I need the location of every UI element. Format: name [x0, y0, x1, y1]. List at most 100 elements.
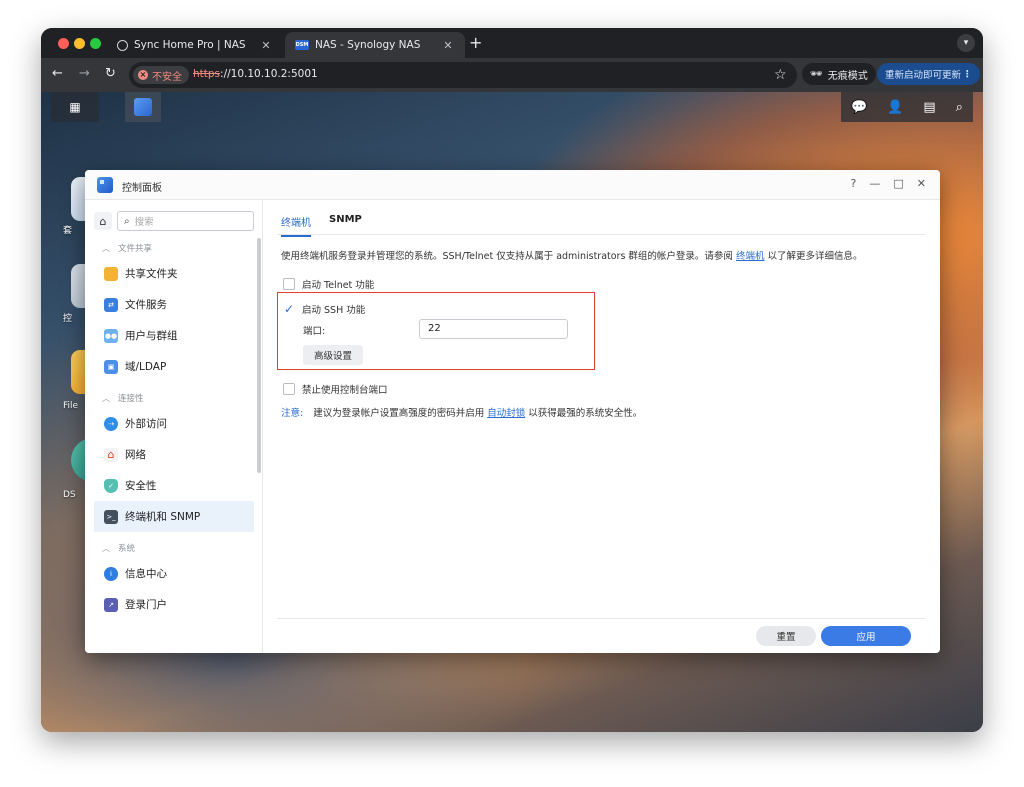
- window-titlebar[interactable]: 控制面板 ? — □ ✕: [85, 170, 940, 200]
- tab-search-chevron-icon[interactable]: ▾: [957, 34, 975, 52]
- auto-block-link[interactable]: 自动封锁: [487, 408, 525, 419]
- section-header-connectivity[interactable]: ︿ 连接性: [94, 388, 254, 408]
- login-portal-icon: ↗: [104, 597, 118, 612]
- desktop-icon-label: DS: [63, 490, 76, 500]
- url-text[interactable]: https://10.10.10.2:5001: [193, 68, 318, 80]
- sidebar-item-users-groups[interactable]: ●● 用户与群组: [94, 320, 254, 351]
- more-menu-icon[interactable]: ⋮: [963, 69, 973, 80]
- sidebar-item-shared-folder[interactable]: 共享文件夹: [94, 258, 254, 289]
- sync-icon: [117, 39, 128, 51]
- control-panel-icon: [97, 177, 113, 193]
- notification-icon[interactable]: 💬: [851, 100, 867, 115]
- security-label: 不安全: [152, 71, 182, 83]
- close-icon[interactable]: ✕: [917, 177, 926, 190]
- search-icon: ⌕: [124, 215, 130, 227]
- external-access-icon: ⇢: [104, 416, 118, 431]
- incognito-indicator[interactable]: 🕶 无痕模式: [802, 63, 876, 85]
- url-rest: ://10.10.10.2:5001: [220, 68, 318, 80]
- ssh-checkbox-check-icon[interactable]: ✓: [283, 303, 295, 315]
- search-placeholder: 搜索: [134, 217, 154, 228]
- description-text: 使用终端机服务登录并管理您的系统。SSH/Telnet 仅支持从属于 admin…: [281, 251, 863, 262]
- control-panel-icon: [134, 98, 152, 116]
- advanced-settings-button[interactable]: 高级设置: [303, 345, 363, 365]
- sidebar-item-login-portal[interactable]: ↗ 登录门户: [94, 589, 254, 620]
- console-port-checkbox[interactable]: [283, 383, 295, 395]
- incognito-label: 无痕模式: [827, 70, 868, 82]
- address-bar[interactable]: × 不安全 https://10.10.10.2:5001: [129, 62, 797, 88]
- section-header-file-sharing[interactable]: ︿ 文件共享: [94, 238, 254, 258]
- main-content: 终端机 SNMP 使用终端机服务登录并管理您的系统。SSH/Telnet 仅支持…: [263, 200, 940, 653]
- window-controls: ? — □ ✕: [851, 177, 926, 190]
- note-label: 注意:: [281, 408, 304, 419]
- tab-title: Sync Home Pro | NAS: [134, 39, 246, 51]
- window-title: 控制面板: [122, 183, 162, 194]
- users-icon: ●●: [104, 328, 118, 343]
- sidebar-item-info-center[interactable]: i 信息中心: [94, 558, 254, 589]
- telnet-checkbox[interactable]: [283, 278, 295, 290]
- sidebar-scrollbar[interactable]: [257, 238, 261, 473]
- apply-button[interactable]: 应用: [821, 626, 911, 646]
- ssh-option[interactable]: ✓ 启动 SSH 功能: [283, 302, 365, 316]
- dsm-desktop: ▦ 💬 👤 ▤ ⌕ S 套 控 File DS 控制面板 ?: [41, 92, 983, 732]
- sidebar-item-security[interactable]: ✓ 安全性: [94, 470, 254, 501]
- widgets-icon[interactable]: ▤: [923, 100, 935, 115]
- taskbar-control-panel-button[interactable]: [125, 92, 161, 122]
- telnet-label: 启动 Telnet 功能: [302, 280, 375, 291]
- folder-icon: [104, 266, 118, 281]
- user-icon[interactable]: 👤: [887, 100, 903, 115]
- minimize-window-button[interactable]: [74, 38, 85, 49]
- tab-strip: Sync Home Pro | NAS ✕ DSM NAS - Synology…: [41, 28, 983, 58]
- help-icon[interactable]: ?: [851, 177, 857, 190]
- section-header-system[interactable]: ︿ 系统: [94, 538, 254, 558]
- back-arrow-icon[interactable]: ←: [52, 67, 63, 81]
- new-tab-button[interactable]: +: [469, 35, 482, 51]
- control-panel-window: 控制面板 ? — □ ✕ ⌂ ⌕ 搜索 ︿文件共享 共享文件夹 ⇄文件服务: [85, 170, 940, 653]
- close-window-button[interactable]: [58, 38, 69, 49]
- sidebar: ⌂ ⌕ 搜索 ︿ 文件共享 共享文件夹 ⇄ 文件服务 ●● 用户与群组 ▣ 域/LDAP…: [85, 200, 263, 653]
- close-icon[interactable]: ✕: [441, 39, 455, 52]
- console-port-option[interactable]: 禁止使用控制台端口: [283, 382, 388, 396]
- desktop-icon-label: File: [63, 401, 79, 411]
- sidebar-item-external-access[interactable]: ⇢ 外部访问: [94, 408, 254, 439]
- terminal-icon: >_: [104, 509, 118, 524]
- chevron-up-icon: ︿: [102, 543, 110, 553]
- info-icon: i: [104, 566, 118, 581]
- relaunch-label: 重新启动即可更新: [885, 70, 962, 81]
- tabs-divider: [277, 234, 925, 235]
- fullscreen-window-button[interactable]: [90, 38, 101, 49]
- close-icon[interactable]: ✕: [259, 39, 273, 52]
- sidebar-item-terminal-snmp[interactable]: >_ 终端机和 SNMP: [94, 501, 254, 532]
- forward-arrow-icon[interactable]: →: [79, 67, 90, 81]
- browser-tab-synology-nas[interactable]: DSM NAS - Synology NAS ✕: [285, 32, 465, 58]
- reload-icon[interactable]: ↻: [105, 67, 116, 81]
- url-scheme: https: [193, 68, 221, 80]
- terminal-help-link[interactable]: 终端机: [736, 251, 765, 262]
- dsm-taskbar: ▦ 💬 👤 ▤ ⌕: [41, 92, 983, 124]
- security-indicator[interactable]: × 不安全: [133, 66, 189, 84]
- incognito-icon: 🕶: [810, 68, 823, 80]
- security-note: 注意: 建议为登录帐户设置高强度的密码并启用 自动封锁 以获得最强的系统安全性。: [281, 408, 643, 419]
- chevron-up-icon: ︿: [102, 243, 110, 253]
- network-house-icon: ⌂: [104, 447, 118, 462]
- home-icon[interactable]: ⌂: [94, 212, 112, 230]
- bookmark-star-icon[interactable]: ☆: [774, 67, 787, 83]
- sidebar-item-file-services[interactable]: ⇄ 文件服务: [94, 289, 254, 320]
- port-input[interactable]: 22: [419, 319, 568, 339]
- maximize-icon[interactable]: □: [893, 177, 903, 190]
- shield-icon: ✓: [104, 478, 118, 493]
- reset-button[interactable]: 重置: [756, 626, 816, 646]
- sidebar-item-network[interactable]: ⌂ 网络: [94, 439, 254, 470]
- search-input[interactable]: ⌕ 搜索: [117, 211, 254, 231]
- browser-tab-sync-home[interactable]: Sync Home Pro | NAS ✕: [107, 32, 283, 58]
- browser-window: Sync Home Pro | NAS ✕ DSM NAS - Synology…: [41, 28, 983, 732]
- relaunch-update-button[interactable]: 重新启动即可更新 ⋮: [877, 63, 980, 85]
- minimize-icon[interactable]: —: [869, 177, 880, 190]
- dsm-icon: DSM: [295, 40, 309, 50]
- telnet-option[interactable]: 启动 Telnet 功能: [283, 277, 374, 291]
- search-icon[interactable]: ⌕: [956, 100, 963, 115]
- sidebar-item-domain-ldap[interactable]: ▣ 域/LDAP: [94, 351, 254, 382]
- main-menu-grid-icon[interactable]: ▦: [51, 92, 99, 122]
- system-tray: 💬 👤 ▤ ⌕: [841, 92, 973, 122]
- file-services-icon: ⇄: [104, 297, 118, 312]
- tab-title: NAS - Synology NAS: [315, 39, 421, 51]
